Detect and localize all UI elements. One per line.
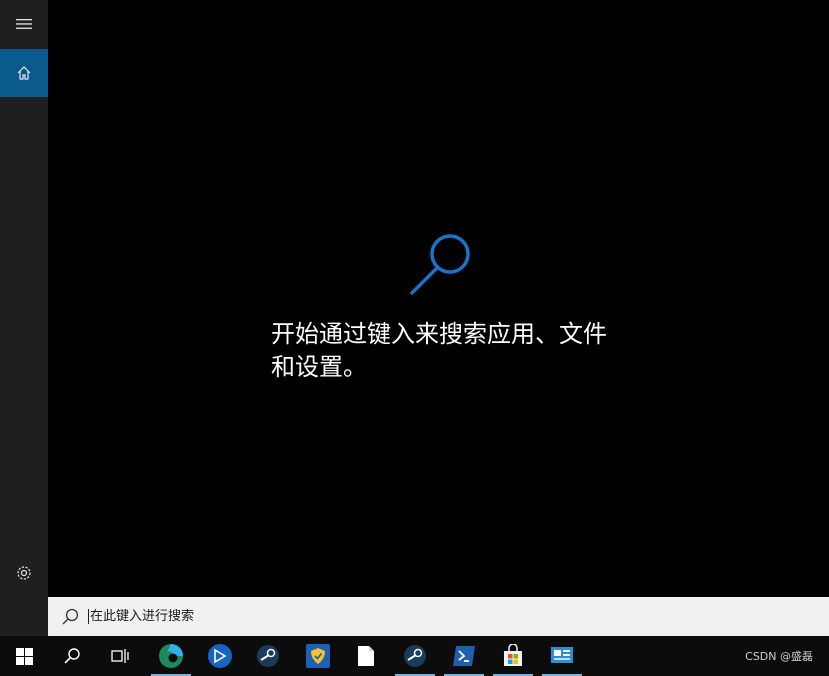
search-input[interactable] (88, 609, 770, 624)
powershell-icon (453, 646, 475, 666)
remote-desktop-taskbar-button[interactable] (538, 636, 586, 676)
search-hint-line2: 和设置。 (271, 353, 367, 381)
shield-icon (306, 644, 330, 668)
file-taskbar-button[interactable] (342, 636, 390, 676)
remote-desktop-icon (551, 647, 573, 663)
taskbar-search-button[interactable] (48, 636, 96, 676)
search-icon (64, 648, 80, 664)
task-view-button[interactable] (96, 636, 144, 676)
feedback-taskbar-button[interactable] (196, 636, 244, 676)
windows-logo-icon (15, 647, 33, 665)
gear-icon (17, 566, 31, 580)
tray-label: CSDN @盛磊 (745, 650, 813, 663)
search-icon (410, 234, 470, 295)
store-icon (504, 644, 522, 666)
feedback-hub-icon (208, 644, 232, 668)
steam-icon (257, 645, 279, 667)
edge-taskbar-button[interactable] (147, 636, 195, 676)
search-hint-text: 开始通过键入来搜索应用、文件 和设置。 (271, 318, 631, 384)
document-icon (358, 646, 374, 666)
menu-button[interactable] (0, 0, 48, 48)
home-icon (17, 66, 31, 80)
system-tray-text: CSDN @盛磊 (745, 636, 813, 676)
start-button[interactable] (0, 636, 48, 676)
task-view-icon (111, 649, 129, 663)
search-icon (62, 608, 79, 624)
edge-icon (159, 644, 183, 668)
steam-taskbar-button[interactable] (244, 636, 292, 676)
steam-taskbar-button-2[interactable] (391, 636, 439, 676)
steam-icon (404, 645, 426, 667)
search-home-panel: 开始通过键入来搜索应用、文件 和设置。 (48, 0, 829, 597)
taskbar: CSDN @盛磊 (0, 636, 829, 676)
search-hint-line1: 开始通过键入来搜索应用、文件 (271, 320, 607, 348)
search-box[interactable] (48, 597, 829, 636)
defender-taskbar-button[interactable] (294, 636, 342, 676)
home-button[interactable] (0, 49, 48, 97)
powershell-taskbar-button[interactable] (440, 636, 488, 676)
settings-button[interactable] (0, 549, 48, 597)
hamburger-icon (16, 19, 32, 29)
left-rail (0, 0, 48, 636)
store-taskbar-button[interactable] (489, 636, 537, 676)
